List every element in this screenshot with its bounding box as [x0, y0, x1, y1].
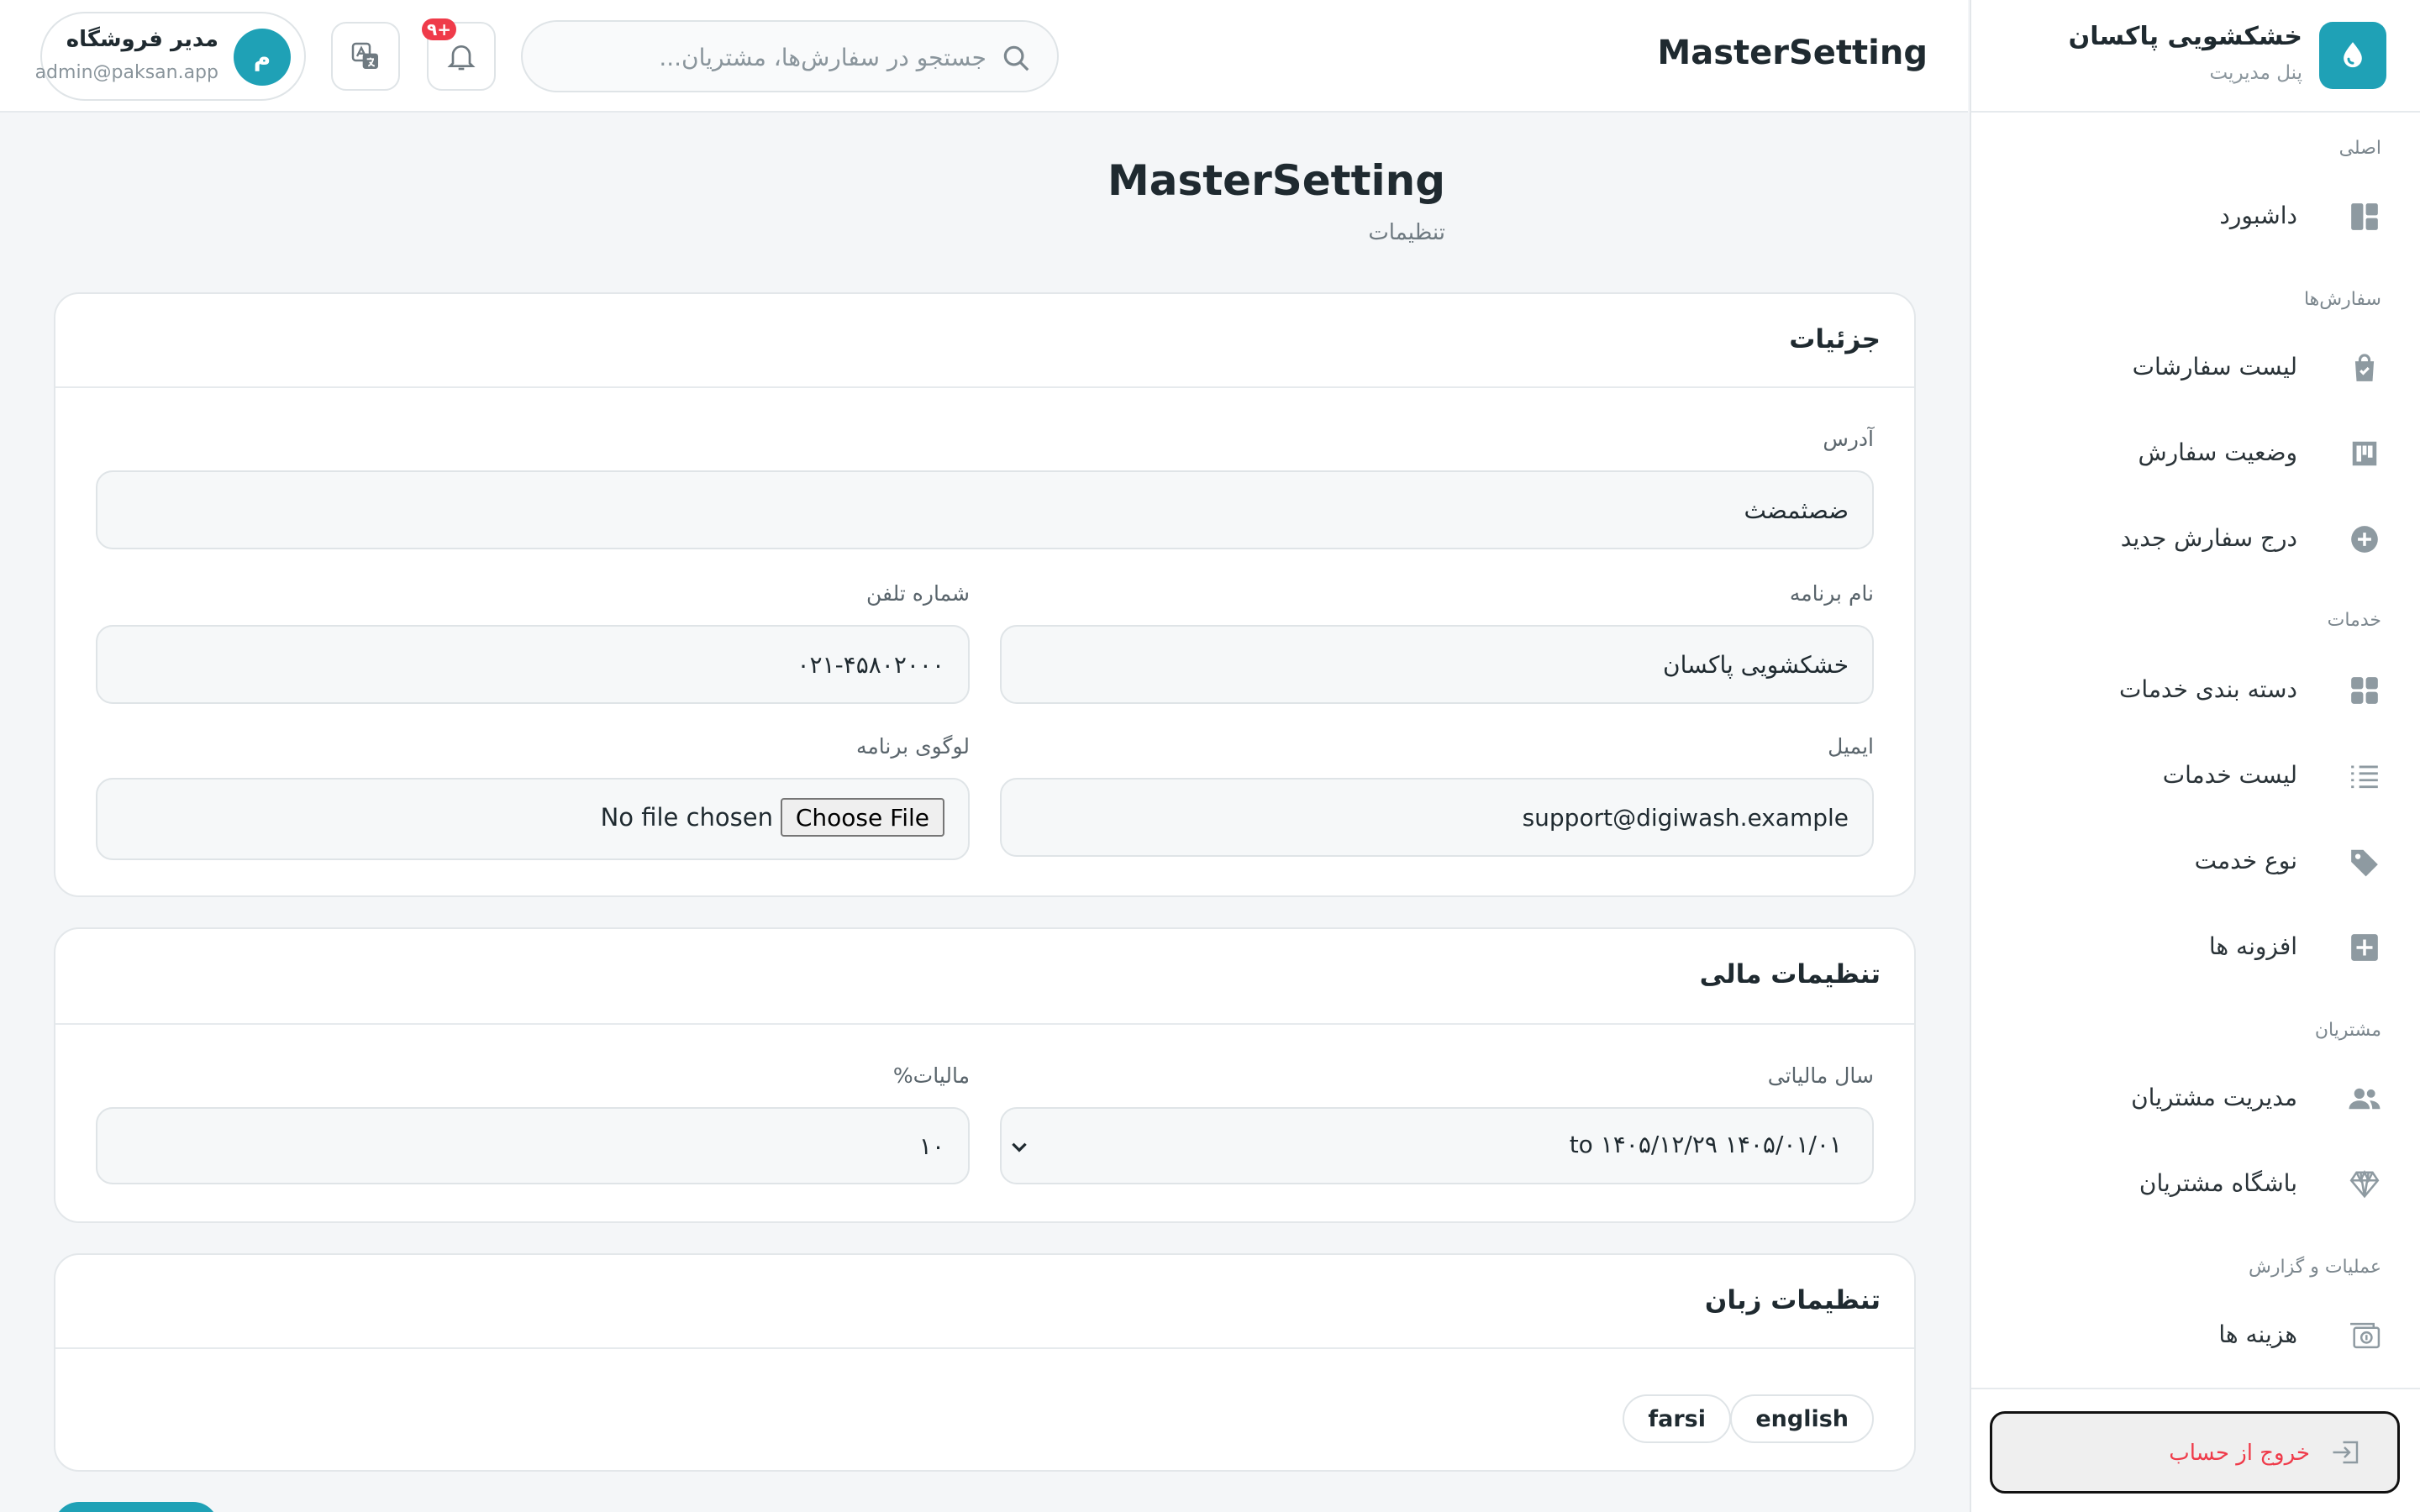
search-box[interactable] [521, 20, 1059, 92]
sidebar-item-order-list[interactable]: لیست سفارشات [1991, 333, 2395, 403]
sidebar-nav: اصلی داشبورد سفارش‌ها لیست سفارشات وضعیت… [1971, 113, 2420, 1389]
bell-icon [447, 45, 476, 71]
sidebar-item-dashboard[interactable]: داشبورد [1991, 181, 2395, 252]
grid-icon [2348, 674, 2381, 707]
money-icon [2348, 1319, 2381, 1352]
logo-label: لوگوی برنامه [856, 734, 970, 759]
translate-icon [351, 42, 378, 69]
logout-label: خروج از حساب [2169, 1441, 2310, 1466]
sidebar-item-new-order[interactable]: درج سفارش جدید [1991, 504, 2395, 575]
sidebar-item-customer-management[interactable]: مدیریت مشتریان [1991, 1063, 2395, 1134]
fiscal-year-value: ۱۴۰۵/۰۱/۰۱ to ۱۴۰۵/۱۲/۲۹ [1569, 1131, 1842, 1158]
sidebar-item-label: افزونه ها [2208, 932, 2297, 960]
user-email: admin@paksan.app [34, 62, 218, 83]
sidebar-item-label: دسته بندی خدمات [2119, 675, 2297, 703]
brand-header: خشکشویی پاکسان پنل مدیریت [1971, 0, 2420, 113]
section-title-customers: مشتریان [2314, 1020, 2381, 1041]
sidebar-item-service-type[interactable]: نوع خدمت [1991, 827, 2395, 897]
sidebar-item-service-categories[interactable]: دسته بندی خدمات [1991, 655, 2395, 726]
sidebar-item-label: داشبورد [2219, 202, 2297, 229]
details-card: جزئیات آدرس نام برنامه شماره تلفن ایمیل … [54, 292, 1916, 897]
notification-badge: +۹ [422, 18, 456, 40]
user-name: مدیر فروشگاه [66, 27, 218, 52]
card-header: جزئیات [55, 294, 1914, 388]
sidebar-item-service-list[interactable]: لیست خدمات [1991, 741, 2395, 811]
sidebar-item-customer-club[interactable]: باشگاه مشتریان [1991, 1149, 2395, 1220]
section-title-services: خدمات [2327, 610, 2381, 631]
page-subtitle: تنظیمات [1368, 220, 1445, 245]
address-label: آدرس [1823, 427, 1874, 451]
sidebar-item-label: مدیریت مشتریان [2131, 1084, 2297, 1111]
brand-title: خشکشویی پاکسان [2068, 22, 2302, 51]
phone-label: شماره تلفن [865, 581, 970, 606]
app-name-label: نام برنامه [1789, 581, 1874, 606]
choose-file-button[interactable]: Choose File [780, 798, 944, 837]
sidebar-item-label: نوع خدمت [2194, 847, 2297, 874]
save-button[interactable] [54, 1502, 218, 1512]
plus-circle-icon [2348, 522, 2381, 556]
fiscal-year-select[interactable]: ۱۴۰۵/۰۱/۰۱ to ۱۴۰۵/۱۲/۲۹ [1000, 1107, 1874, 1184]
sidebar-item-addons[interactable]: افزونه ها [1991, 912, 2395, 983]
language-chip-english[interactable]: english [1730, 1394, 1874, 1443]
sidebar-item-expenses[interactable]: هزینه ها [1991, 1300, 2395, 1371]
app-name-input[interactable] [1000, 625, 1874, 704]
card-title: تنظیمات مالی [1699, 959, 1881, 990]
notifications-button[interactable]: +۹ [422, 18, 496, 91]
tag-icon [2348, 845, 2381, 879]
sidebar-item-label: وضعیت سفارش [2138, 438, 2297, 466]
brand-subtitle: پنل مدیریت [2209, 62, 2302, 84]
header-title: MasterSetting [1657, 34, 1928, 72]
file-status: No file chosen [600, 803, 773, 832]
avatar: م [234, 29, 291, 86]
card-header: تنظیمات مالی [55, 929, 1914, 1025]
logout-button[interactable]: خروج از حساب [1990, 1411, 2400, 1494]
language-chip-farsi[interactable]: farsi [1623, 1394, 1731, 1443]
logo-file-input: Choose File No file chosen [96, 778, 970, 860]
sidebar-item-label: لیست سفارشات [2132, 353, 2297, 381]
sidebar: خشکشویی پاکسان پنل مدیریت اصلی داشبورد س… [1970, 0, 2420, 1512]
card-header: تنظیمات زبان [55, 1255, 1914, 1349]
diamond-icon [2348, 1168, 2381, 1201]
sidebar-item-order-status[interactable]: وضعیت سفارش [1991, 418, 2395, 489]
sidebar-footer: خروج از حساب [1971, 1388, 2420, 1512]
users-icon [2348, 1082, 2381, 1116]
sidebar-item-label: لیست خدمات [2162, 761, 2297, 789]
page-title: MasterSetting [1107, 156, 1445, 205]
chevron-down-icon [1008, 1136, 1030, 1158]
card-title: تنظیمات زبان [1704, 1285, 1881, 1315]
sidebar-item-label: هزینه ها [2218, 1320, 2297, 1348]
email-label: ایمیل [1828, 734, 1874, 759]
section-title-main: اصلی [2338, 138, 2381, 159]
list-icon [2348, 759, 2381, 793]
finance-card: تنظیمات مالی سال مالیاتی ۱۴۰۵/۰۱/۰۱ to ۱… [54, 927, 1916, 1223]
user-profile[interactable]: م مدیر فروشگاه admin@paksan.app [35, 12, 306, 101]
tax-input[interactable] [96, 1107, 970, 1184]
shopping-bag-icon [2348, 351, 2381, 385]
search-input[interactable] [592, 39, 986, 76]
card-title: جزئیات [1789, 324, 1881, 354]
logout-icon [2330, 1437, 2364, 1467]
phone-input[interactable] [96, 625, 970, 704]
address-input[interactable] [96, 470, 1874, 549]
fiscal-year-label: سال مالیاتی [1767, 1063, 1874, 1088]
plus-square-icon [2348, 931, 2381, 964]
search-icon [1000, 42, 1032, 74]
tax-label: مالیات% [892, 1063, 970, 1088]
language-card: تنظیمات زبان english farsi [54, 1253, 1916, 1472]
section-title-orders: سفارش‌ها [2303, 289, 2381, 310]
sidebar-item-label: باشگاه مشتریان [2139, 1169, 2297, 1197]
kanban-icon [2348, 437, 2381, 470]
sidebar-item-label: درج سفارش جدید [2120, 524, 2297, 552]
section-title-operations: عملیات و گزارش [2249, 1257, 2381, 1278]
email-input[interactable] [1000, 778, 1874, 857]
language-toggle-button[interactable] [331, 22, 400, 91]
dashboard-icon [2348, 200, 2381, 234]
droplet-logo-icon [2319, 22, 2386, 89]
top-header: MasterSetting +۹ م مدیر فروشگاه admin@pa… [0, 0, 1968, 113]
